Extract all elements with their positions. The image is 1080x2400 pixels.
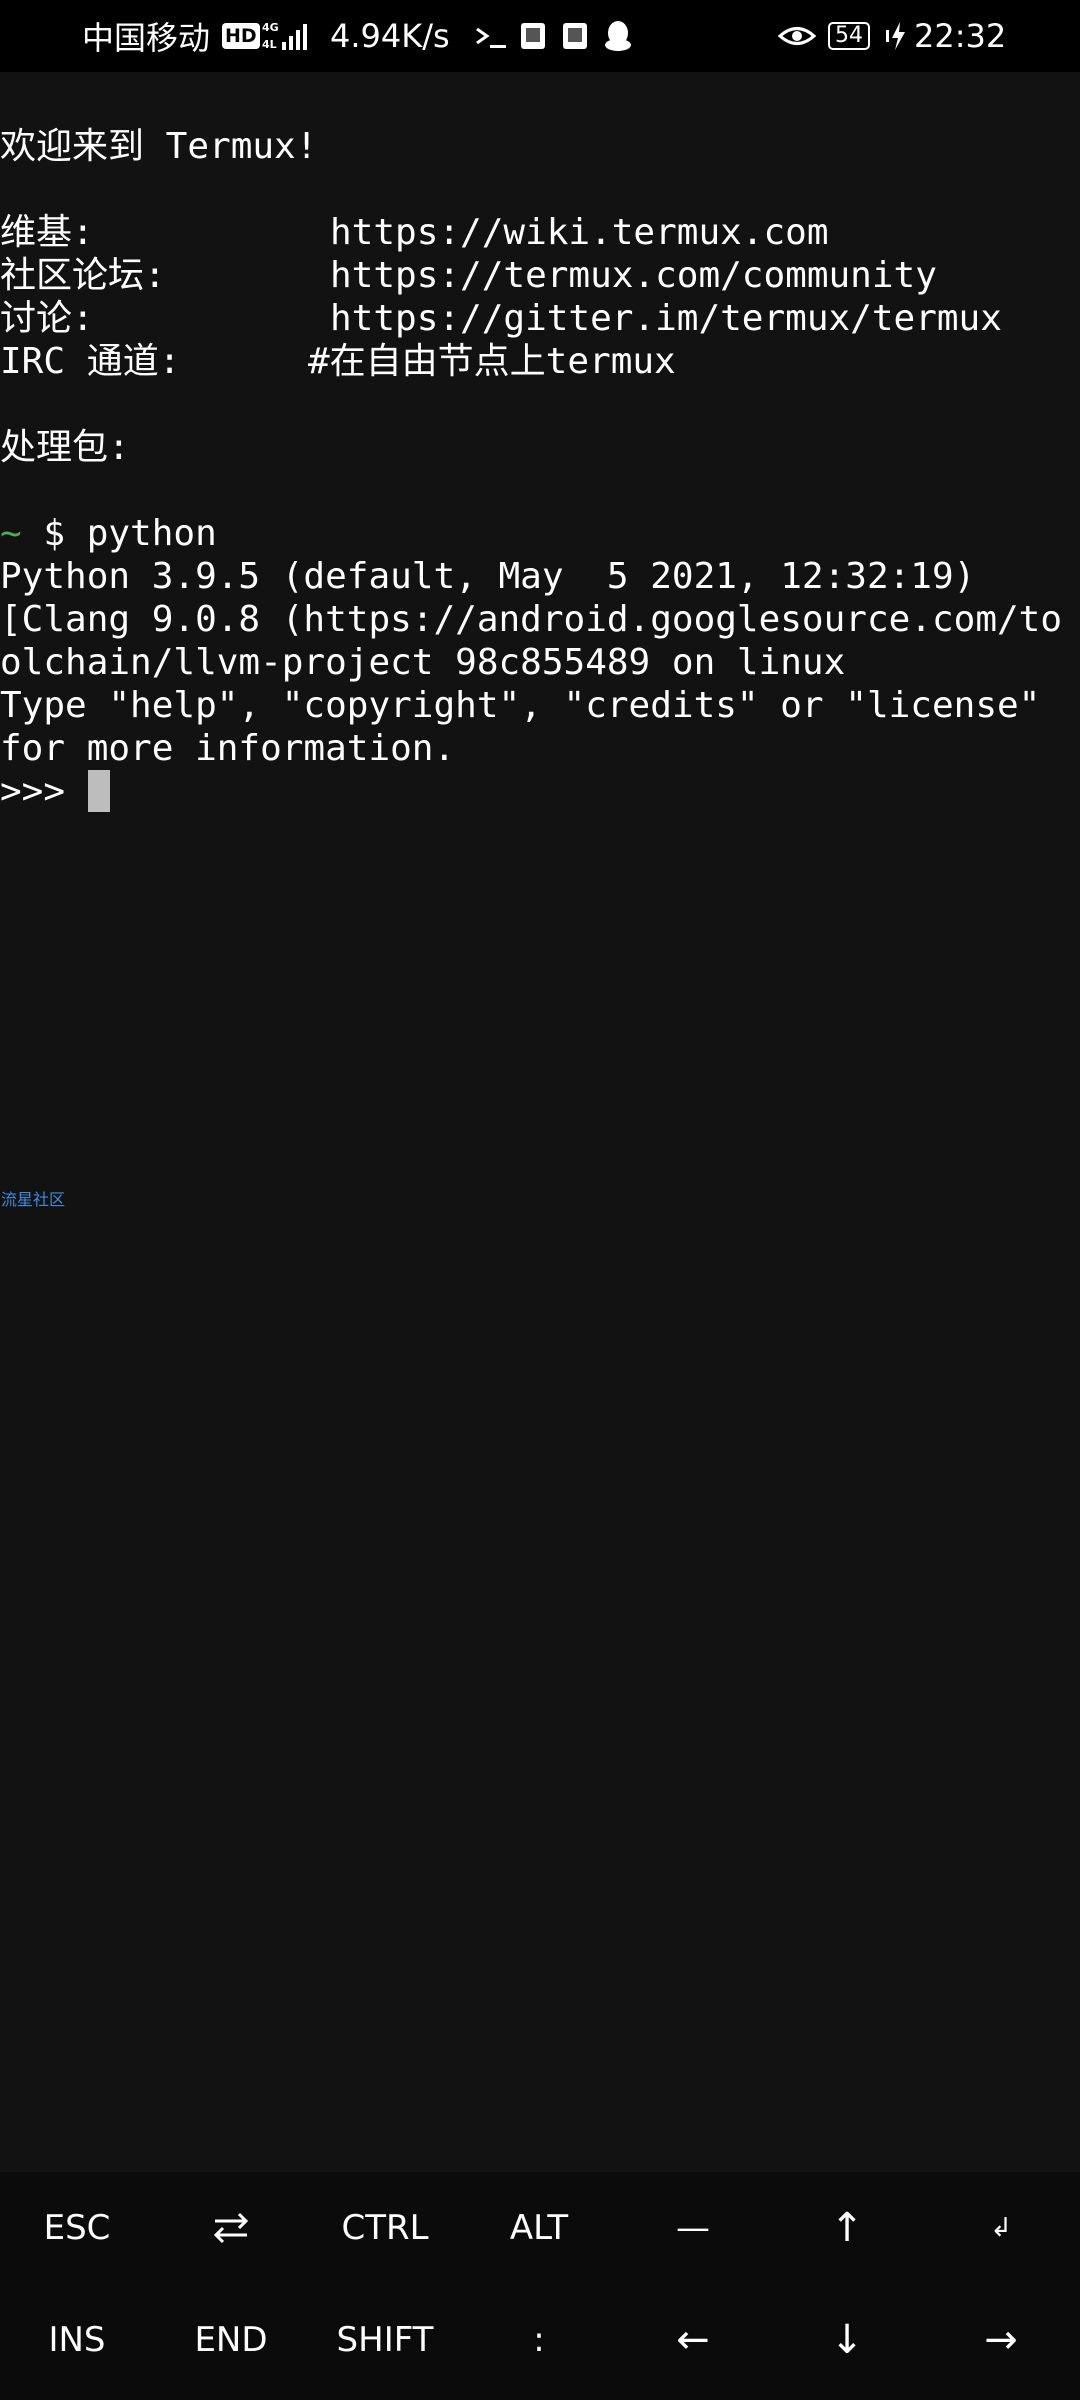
watermark-label: 流星社区 bbox=[1, 1190, 66, 1209]
clang-line-2: olchain/llvm-project 98c855489 on linux bbox=[0, 642, 846, 683]
packages-label: 处理包: bbox=[0, 427, 130, 468]
battery-icon: 54 bbox=[828, 0, 870, 72]
tab-key[interactable] bbox=[154, 2172, 308, 2284]
shift-key[interactable]: SHIFT bbox=[308, 2284, 462, 2396]
wiki-label: 维基: bbox=[0, 212, 94, 253]
signal-bars-icon: 4G 4L bbox=[262, 21, 307, 51]
eye-comfort-icon bbox=[778, 27, 816, 45]
app-notification-icon bbox=[518, 0, 548, 72]
irc-channel: #在自由节点上termux bbox=[308, 341, 676, 382]
clock: 22:32 bbox=[914, 17, 1007, 55]
ins-key[interactable]: INS bbox=[0, 2284, 154, 2396]
community-url[interactable]: https://termux.com/community bbox=[330, 254, 937, 297]
ctrl-key[interactable]: CTRL bbox=[308, 2172, 462, 2284]
dash-key[interactable]: — bbox=[616, 2172, 770, 2284]
down-arrow-key[interactable]: ↓ bbox=[770, 2284, 924, 2396]
qq-penguin-icon bbox=[605, 21, 631, 51]
terminal-prompt-icon bbox=[476, 27, 506, 48]
network-speed: 4.94K/s bbox=[330, 17, 450, 55]
app-notification-glyph-icon bbox=[563, 23, 587, 49]
prompt-tilde: ~ bbox=[0, 513, 22, 554]
svg-text:4G: 4G bbox=[262, 21, 279, 34]
enter-key[interactable]: ↲ bbox=[924, 2172, 1078, 2284]
battery-level: 54 bbox=[828, 22, 870, 50]
text-cursor bbox=[88, 770, 110, 812]
charging-bolt-icon bbox=[886, 22, 905, 50]
terminal-view[interactable]: 欢迎来到 Termux! 维基: https://wiki.termux.com… bbox=[0, 72, 1080, 2172]
shell-prompt-line: ~ $ python bbox=[0, 512, 217, 555]
eye-icon bbox=[778, 0, 816, 72]
clang-line-1: [Clang 9.0.8 (https://android.googlesour… bbox=[0, 599, 1063, 640]
extra-keys-bar: ESC CTRL ALT — ↑ ↲ INS END SHIFT : ← ↓ → bbox=[0, 2172, 1080, 2400]
right-arrow-key[interactable]: → bbox=[924, 2284, 1078, 2396]
welcome-line: 欢迎来到 Termux! bbox=[0, 126, 318, 167]
wiki-url[interactable]: https://wiki.termux.com bbox=[330, 211, 829, 254]
hd-badge-label: HD bbox=[222, 23, 260, 49]
charging-icon bbox=[886, 0, 908, 72]
hd-icon: HD bbox=[222, 0, 260, 72]
status-bar: 中国移动 HD 4G 4L 4.94K/s 54 22:32 bbox=[0, 0, 1080, 72]
terminal-icon bbox=[474, 0, 510, 72]
prompt-command: $ python bbox=[21, 513, 217, 554]
up-arrow-key[interactable]: ↑ bbox=[770, 2172, 924, 2284]
left-arrow-key[interactable]: ← bbox=[616, 2284, 770, 2396]
app-notification-glyph-icon bbox=[521, 23, 545, 49]
alt-key[interactable]: ALT bbox=[462, 2172, 616, 2284]
signal-icon: 4G 4L bbox=[262, 0, 316, 72]
tab-arrows-icon bbox=[213, 2212, 249, 2244]
help-line-2: for more information. bbox=[0, 728, 456, 769]
colon-key[interactable]: : bbox=[462, 2284, 616, 2396]
community-label: 社区论坛: bbox=[0, 255, 166, 296]
svg-text:4L: 4L bbox=[262, 38, 277, 51]
discuss-label: 讨论: bbox=[0, 298, 94, 339]
esc-key[interactable]: ESC bbox=[0, 2172, 154, 2284]
irc-label: IRC 通道: bbox=[0, 341, 181, 382]
carrier-name: 中国移动 bbox=[82, 19, 211, 57]
discuss-url[interactable]: https://gitter.im/termux/termux bbox=[330, 297, 1002, 340]
qq-icon bbox=[602, 0, 634, 72]
python-version-line: Python 3.9.5 (default, May 5 2021, 12:32… bbox=[0, 556, 976, 597]
end-key[interactable]: END bbox=[154, 2284, 308, 2396]
help-line-1: Type "help", "copyright", "credits" or "… bbox=[0, 685, 1041, 726]
app-notification-icon bbox=[560, 0, 590, 72]
repl-prompt: >>> bbox=[0, 771, 87, 812]
